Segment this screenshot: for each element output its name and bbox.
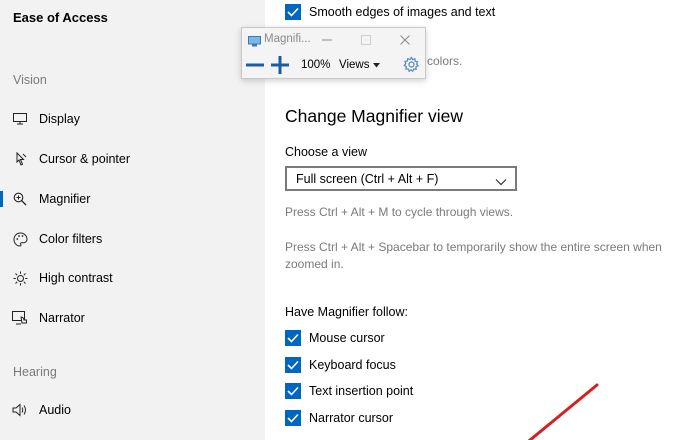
follow-option-label: Keyboard focus	[309, 358, 396, 372]
sidebar-item-display[interactable]: Display	[0, 104, 265, 134]
follow-option-label: Mouse cursor	[309, 331, 385, 345]
sidebar-item-audio[interactable]: Audio	[0, 395, 265, 425]
smooth-edges-checkbox[interactable]	[285, 4, 301, 20]
sidebar-item-label: Color filters	[39, 232, 103, 246]
cycle-views-hint: Press Ctrl + Alt + M to cycle through vi…	[285, 205, 514, 219]
cursor-pointer-icon	[12, 151, 28, 167]
spacebar-hint: Press Ctrl + Alt + Spacebar to temporari…	[285, 240, 662, 271]
zoom-in-button[interactable]	[270, 55, 290, 75]
maximize-button[interactable]	[355, 31, 377, 49]
views-menu-button[interactable]: Views	[339, 59, 381, 71]
zoom-out-button[interactable]	[245, 55, 265, 75]
sidebar-item-label: Audio	[39, 403, 71, 417]
color-filters-icon	[12, 231, 28, 247]
smooth-edges-label: Smooth edges of images and text	[309, 5, 496, 19]
close-button[interactable]	[394, 31, 416, 49]
choose-view-label: Choose a view	[285, 145, 367, 159]
sidebar-section-hearing: Hearing	[13, 365, 57, 379]
view-dropdown-value: Full screen (Ctrl + Alt + F)	[296, 171, 439, 186]
sidebar-item-cursor-pointer[interactable]: Cursor & pointer	[0, 144, 265, 174]
views-label: Views	[339, 59, 370, 71]
sidebar-item-magnifier[interactable]: Magnifier	[0, 184, 265, 214]
follow-narrator-cursor-option: Narrator cursor	[285, 410, 393, 426]
obscured-text: colors.	[427, 54, 463, 68]
high-contrast-icon	[12, 270, 28, 286]
follow-text-insertion-checkbox[interactable]	[285, 383, 301, 399]
sidebar-item-high-contrast[interactable]: High contrast	[0, 263, 265, 293]
magnifier-app-icon	[248, 34, 261, 47]
view-dropdown[interactable]: Full screen (Ctrl + Alt + F)	[285, 166, 517, 191]
section-heading: Change Magnifier view	[285, 106, 464, 126]
follow-mouse-cursor-checkbox[interactable]	[285, 330, 301, 346]
sidebar: Ease of Access Vision Display Cursor & p…	[0, 0, 265, 440]
sidebar-item-label: Magnifier	[39, 192, 91, 206]
sidebar-item-color-filters[interactable]: Color filters	[0, 224, 265, 254]
zoom-level: 100%	[301, 59, 331, 71]
gear-icon[interactable]	[403, 56, 423, 76]
sidebar-item-label: Cursor & pointer	[39, 152, 131, 166]
follow-label: Have Magnifier follow:	[285, 305, 408, 319]
sidebar-item-narrator[interactable]: Narrator	[0, 303, 265, 333]
magnifier-window[interactable]: Magnifi... 100% Views	[241, 27, 426, 79]
display-icon	[12, 111, 28, 127]
sidebar-item-label: Narrator	[39, 311, 85, 325]
follow-keyboard-focus-option: Keyboard focus	[285, 357, 396, 373]
follow-mouse-cursor-option: Mouse cursor	[285, 330, 385, 346]
follow-text-insertion-option: Text insertion point	[285, 383, 413, 399]
minimize-button[interactable]	[316, 31, 338, 49]
caret-down-icon	[373, 62, 381, 67]
magnifier-icon	[12, 191, 28, 207]
smooth-edges-option: Smooth edges of images and text	[285, 4, 495, 20]
magnifier-window-title: Magnifi...	[264, 33, 311, 45]
follow-narrator-cursor-checkbox[interactable]	[285, 410, 301, 426]
audio-icon	[12, 402, 28, 418]
chevron-down-icon	[495, 173, 507, 191]
follow-option-label: Text insertion point	[309, 384, 414, 398]
follow-keyboard-focus-checkbox[interactable]	[285, 357, 301, 373]
narrator-icon	[12, 310, 28, 326]
sidebar-item-label: Display	[39, 112, 80, 126]
follow-option-label: Narrator cursor	[309, 411, 394, 425]
sidebar-title: Ease of Access	[13, 10, 108, 25]
sidebar-item-label: High contrast	[39, 271, 113, 285]
sidebar-section-vision: Vision	[13, 73, 47, 87]
